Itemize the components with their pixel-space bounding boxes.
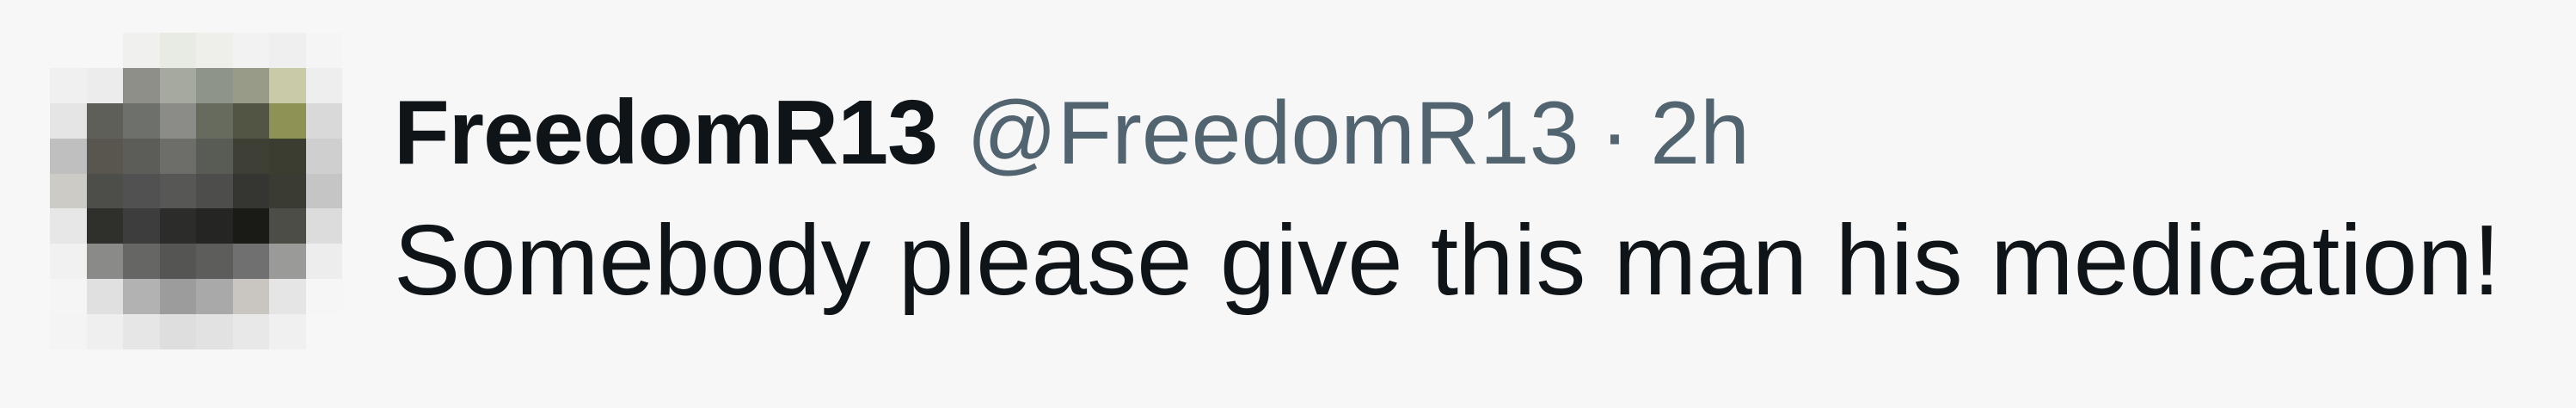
avatar-pixel xyxy=(305,173,342,209)
avatar-pixel xyxy=(159,138,196,174)
avatar-pixel xyxy=(269,138,306,174)
avatar-pixel xyxy=(269,314,306,349)
display-name[interactable]: FreedomR13 xyxy=(394,72,938,193)
avatar-pixel xyxy=(305,244,342,280)
avatar-pixel xyxy=(196,138,233,174)
avatar-pixel xyxy=(196,244,233,280)
avatar-pixel xyxy=(86,314,123,349)
avatar-pixel xyxy=(159,314,196,349)
avatar-pixel xyxy=(159,208,196,244)
avatar-pixel xyxy=(305,102,342,139)
avatar-pixel xyxy=(269,173,306,209)
user-handle[interactable]: @FreedomR13 xyxy=(966,73,1579,194)
avatar-pixel xyxy=(159,279,196,315)
avatar-pixel xyxy=(50,67,87,103)
avatar-pixel xyxy=(196,208,233,244)
avatar-pixel xyxy=(86,102,123,139)
avatar-pixel xyxy=(50,244,87,280)
avatar-pixel xyxy=(123,314,160,349)
avatar-pixel xyxy=(159,33,196,68)
avatar-pixel xyxy=(159,244,196,280)
avatar-pixel xyxy=(305,138,342,174)
avatar-pixel xyxy=(50,33,87,68)
avatar-pixel xyxy=(269,208,306,244)
tweet-body: FreedomR13 @FreedomR13 · 2h Somebody ple… xyxy=(394,72,2559,320)
avatar-pixel xyxy=(196,102,233,139)
avatar-pixel xyxy=(196,67,233,103)
avatar-pixel xyxy=(123,138,160,174)
avatar-pixel xyxy=(196,314,233,349)
avatar-pixel xyxy=(123,208,160,244)
avatar-pixel xyxy=(86,173,123,209)
avatar-pixel xyxy=(305,279,342,315)
avatar-pixel xyxy=(159,173,196,209)
avatar-pixel xyxy=(159,67,196,103)
avatar-pixel xyxy=(232,244,269,280)
avatar-pixel xyxy=(232,314,269,349)
avatar-pixel xyxy=(50,173,87,209)
avatar-pixel xyxy=(86,279,123,315)
avatar-pixel xyxy=(196,279,233,315)
avatar-pixel xyxy=(269,102,306,139)
timestamp[interactable]: 2h xyxy=(1650,73,1750,194)
avatar-pixel xyxy=(123,33,160,68)
avatar-pixel xyxy=(196,33,233,68)
tweet[interactable]: FreedomR13 @FreedomR13 · 2h Somebody ple… xyxy=(0,0,2576,408)
avatar-pixel xyxy=(86,67,123,103)
avatar-pixel xyxy=(232,208,269,244)
avatar-pixel xyxy=(123,102,160,139)
avatar-pixel xyxy=(123,173,160,209)
avatar-pixel xyxy=(196,173,233,209)
avatar-pixel xyxy=(305,67,342,103)
avatar-pixel xyxy=(50,279,87,315)
avatar-pixel xyxy=(232,102,269,139)
avatar-pixel xyxy=(86,138,123,174)
avatar-pixel xyxy=(305,33,342,68)
avatar-pixel xyxy=(269,67,306,103)
avatar-pixel xyxy=(50,208,87,244)
avatar-pixel xyxy=(50,102,87,139)
avatar-pixel xyxy=(86,33,123,68)
avatar-pixel xyxy=(50,138,87,174)
avatar-pixel xyxy=(123,279,160,315)
tweet-header: FreedomR13 @FreedomR13 · 2h xyxy=(394,72,2559,193)
avatar-pixel xyxy=(232,138,269,174)
avatar-pixel xyxy=(232,173,269,209)
separator-dot: · xyxy=(1599,83,1630,183)
avatar-pixel xyxy=(232,33,269,68)
avatar-pixel xyxy=(232,67,269,103)
tweet-text: Somebody please give this man his medica… xyxy=(394,204,2501,316)
avatar-pixel xyxy=(50,314,87,349)
avatar-pixel xyxy=(269,244,306,280)
avatar-pixel xyxy=(123,67,160,103)
avatar-pixel xyxy=(232,279,269,315)
avatar-pixel xyxy=(123,244,160,280)
avatar-pixel xyxy=(86,244,123,280)
avatar-pixel xyxy=(86,208,123,244)
avatar[interactable] xyxy=(50,33,342,349)
avatar-pixel xyxy=(305,208,342,244)
avatar-pixel xyxy=(269,33,306,68)
avatar-pixel xyxy=(269,279,306,315)
avatar-pixel xyxy=(159,102,196,139)
avatar-pixel xyxy=(305,314,342,349)
